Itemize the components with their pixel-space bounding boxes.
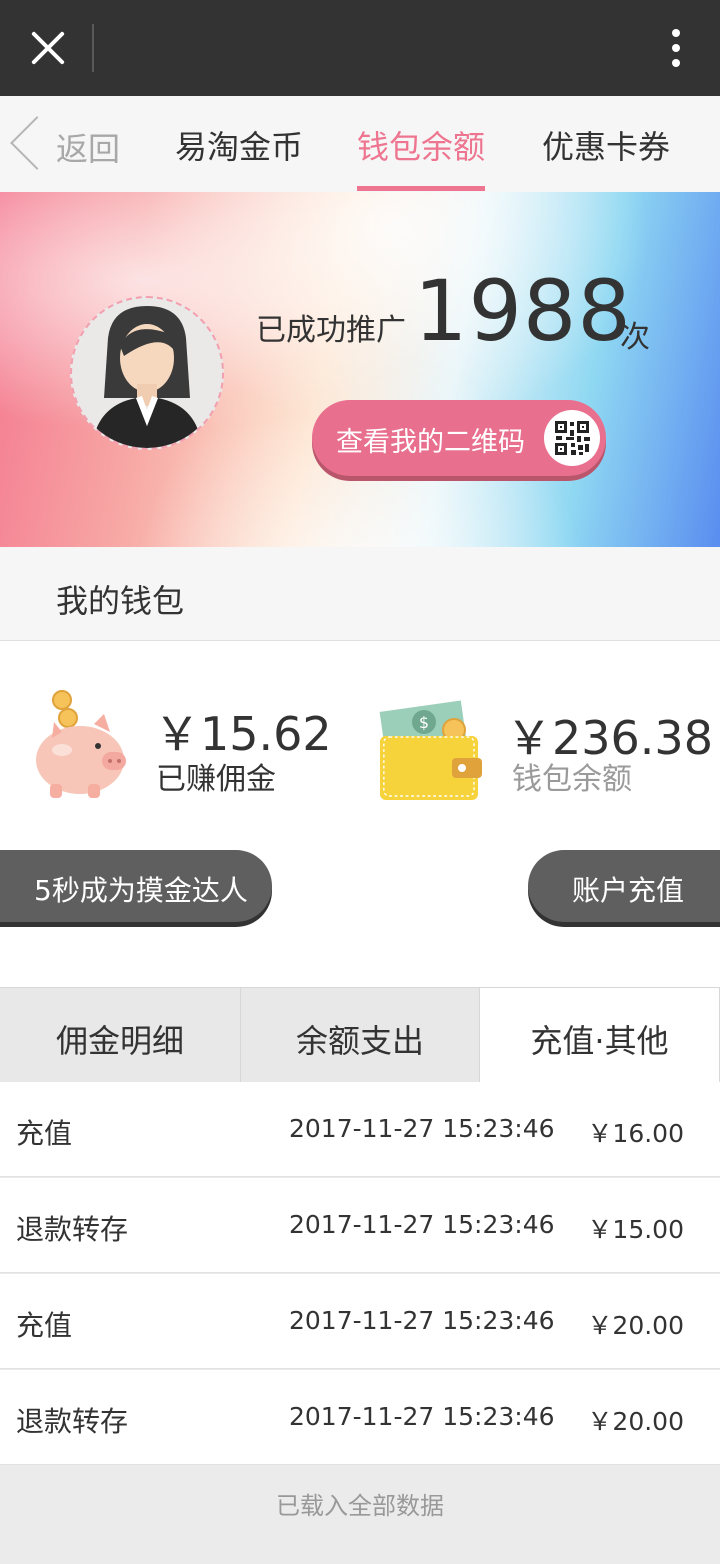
- promo-count: 1988: [414, 262, 632, 360]
- table-row: 退款转存 2017-11-27 15:23:46 ￥20.00: [0, 1370, 720, 1465]
- promo-label: 已成功推广: [256, 313, 406, 348]
- all-loaded-note: 已载入全部数据: [276, 1492, 444, 1520]
- record-amount: ￥20.00: [587, 1311, 684, 1340]
- record-time: 2017-11-27 15:23:46: [289, 1114, 555, 1143]
- tab-gold-coins[interactable]: 易淘金币: [175, 122, 303, 168]
- qr-button-label: 查看我的二维码: [336, 427, 525, 458]
- record-amount: ￥20.00: [587, 1407, 684, 1436]
- table-row: 充值 2017-11-27 15:23:46 ￥16.00: [0, 1082, 720, 1177]
- tab-recharge-other[interactable]: 充值·其他: [480, 987, 720, 1082]
- recharge-button[interactable]: 账户充值: [528, 850, 720, 922]
- wallet-icon: $: [378, 700, 484, 802]
- tab-wallet-balance[interactable]: 钱包余额: [357, 122, 485, 168]
- piggy-bank-icon: [32, 688, 132, 800]
- record-time: 2017-11-27 15:23:46: [289, 1306, 555, 1335]
- record-type: 充值: [16, 1117, 73, 1150]
- tab-label: 余额支出: [295, 1022, 424, 1060]
- record-amount: ￥16.00: [587, 1119, 684, 1148]
- record-time: 2017-11-27 15:23:46: [289, 1210, 555, 1239]
- topbar-divider: [92, 24, 94, 72]
- back-label: 返回: [56, 130, 121, 168]
- tab-commission-detail[interactable]: 佣金明细: [0, 987, 241, 1082]
- record-time: 2017-11-27 15:23:46: [289, 1402, 555, 1431]
- become-expert-label: 5秒成为摸金达人: [34, 874, 248, 907]
- become-expert-button[interactable]: 5秒成为摸金达人: [0, 850, 272, 922]
- tab-balance-expense[interactable]: 余额支出: [241, 987, 480, 1082]
- top-bar: [0, 0, 720, 96]
- commission-label: 已赚佣金: [156, 762, 276, 797]
- table-row: 退款转存 2017-11-27 15:23:46 ￥15.00: [0, 1178, 720, 1273]
- tab-label: 充值·其他: [530, 1022, 669, 1060]
- view-qr-code-button[interactable]: 查看我的二维码: [312, 400, 606, 476]
- active-tab-underline: [357, 186, 485, 191]
- record-type: 退款转存: [16, 1405, 129, 1438]
- wallet-title: 我的钱包: [56, 582, 185, 620]
- record-type: 退款转存: [16, 1213, 129, 1246]
- svg-text:$: $: [419, 713, 429, 732]
- close-icon[interactable]: [24, 24, 72, 72]
- back-button[interactable]: 返回: [10, 116, 124, 170]
- tab-label: 佣金明细: [55, 1022, 184, 1060]
- more-vertical-icon[interactable]: [660, 24, 692, 72]
- record-amount: ￥15.00: [587, 1215, 684, 1244]
- tab-coupons[interactable]: 优惠卡券: [542, 122, 670, 168]
- avatar[interactable]: [70, 296, 224, 450]
- table-row: 充值 2017-11-27 15:23:46 ￥20.00: [0, 1274, 720, 1369]
- qr-code-icon: [544, 410, 600, 466]
- record-type: 充值: [16, 1309, 73, 1342]
- balance-label: 钱包余额: [512, 762, 632, 797]
- promo-unit: 次: [620, 320, 650, 355]
- recharge-label: 账户充值: [572, 874, 685, 907]
